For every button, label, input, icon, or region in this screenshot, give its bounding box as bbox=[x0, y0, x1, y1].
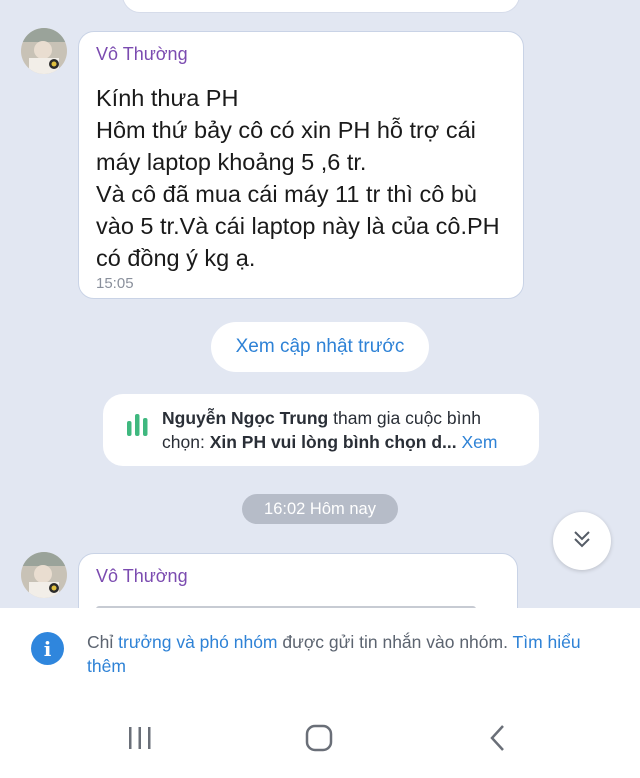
date-divider: 16:02 Hôm nay bbox=[242, 494, 398, 524]
poll-bars-icon bbox=[125, 412, 149, 443]
sender-avatar[interactable] bbox=[21, 28, 67, 74]
admin-only-notice: Chỉ trưởng và phó nhóm được gửi tin nhắn… bbox=[87, 630, 607, 678]
back-button[interactable] bbox=[468, 720, 528, 760]
poll-notice[interactable]: Nguyễn Ngọc Trung tham gia cuộc bình chọ… bbox=[103, 394, 539, 466]
sender-name[interactable]: Vô Thường bbox=[96, 566, 188, 587]
scroll-to-bottom-button[interactable] bbox=[553, 512, 611, 570]
notice-roles: trưởng và phó nhóm bbox=[118, 632, 278, 652]
system-navigation-bar bbox=[0, 700, 640, 778]
notice-prefix: Chỉ bbox=[87, 632, 119, 652]
poll-view-link[interactable]: Xem bbox=[457, 432, 497, 452]
message-bubble[interactable]: Vô Thường bbox=[78, 553, 518, 608]
poll-notice-text: Nguyễn Ngọc Trung tham gia cuộc bình chọ… bbox=[162, 406, 525, 454]
poll-actor: Nguyễn Ngọc Trung bbox=[162, 408, 329, 428]
load-previous-updates-button[interactable]: Xem cập nhật trước bbox=[211, 322, 429, 372]
message-text: Kính thưa PH Hôm thứ bảy cô có xin PH hỗ… bbox=[96, 85, 500, 271]
load-previous-label: Xem cập nhật trước bbox=[235, 336, 405, 357]
back-icon bbox=[486, 723, 510, 758]
message-time: 15:05 bbox=[96, 275, 134, 292]
info-icon: i bbox=[31, 632, 64, 665]
notice-middle: được gửi tin nhắn vào nhóm. bbox=[277, 632, 513, 652]
chat-area[interactable]: Vô Thường Kính thưa PH Hôm thứ bảy cô có… bbox=[0, 0, 640, 608]
home-icon bbox=[304, 723, 334, 758]
message-bubble[interactable]: Vô Thường Kính thưa PH Hôm thứ bảy cô có… bbox=[78, 31, 524, 299]
previous-message-bubble bbox=[122, 0, 520, 13]
recents-button[interactable] bbox=[110, 720, 170, 760]
home-button[interactable] bbox=[289, 720, 349, 760]
double-chevron-down-icon bbox=[570, 527, 594, 556]
poll-title: Xin PH vui lòng bình chọn d... bbox=[209, 432, 457, 452]
recents-icon bbox=[125, 725, 155, 756]
sender-name[interactable]: Vô Thường bbox=[96, 44, 188, 65]
sender-avatar[interactable] bbox=[21, 552, 67, 598]
